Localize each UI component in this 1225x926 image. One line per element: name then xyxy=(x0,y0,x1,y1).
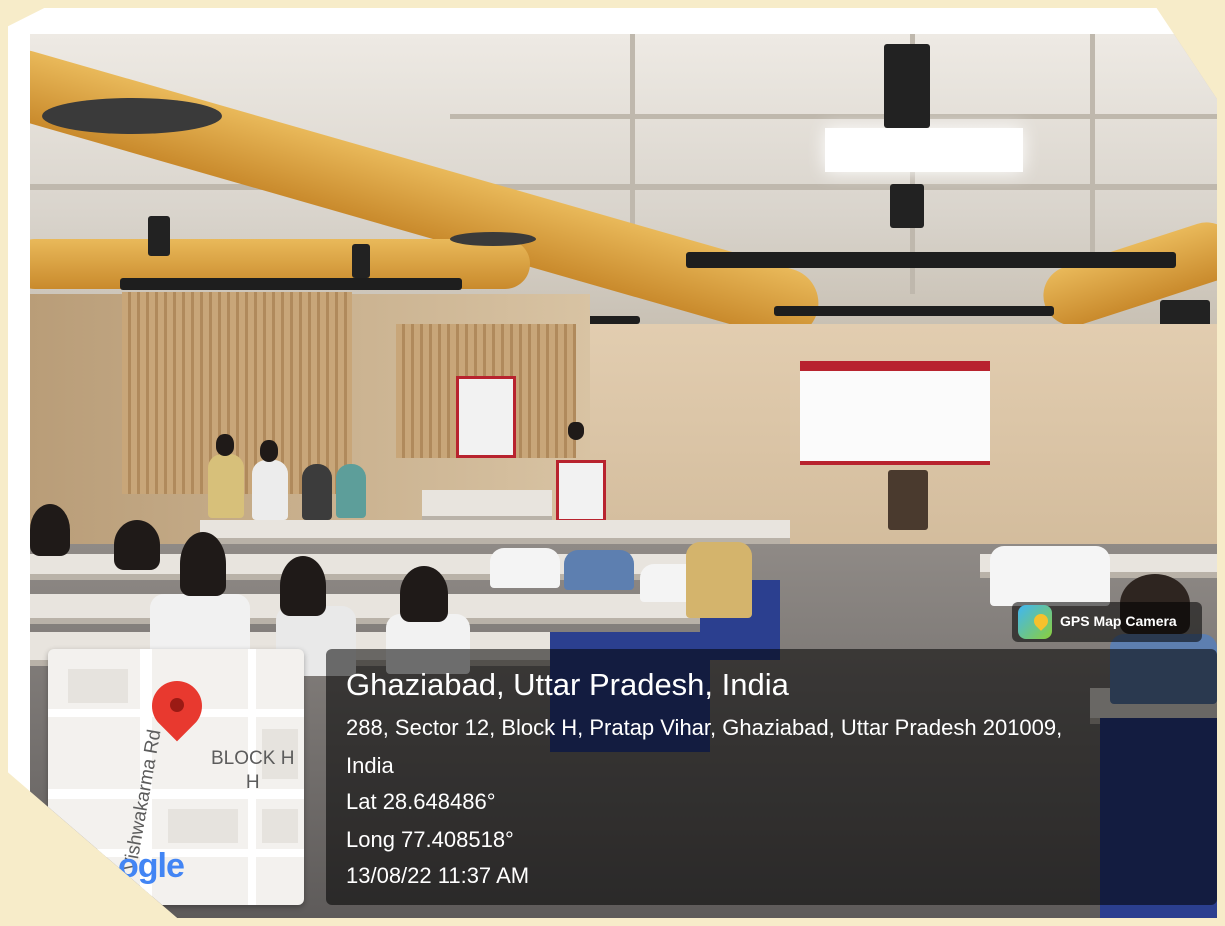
map-thumbnail: Vishwakarma Rd BLOCK H H ogle xyxy=(48,649,304,905)
stage-chair xyxy=(888,470,928,530)
gps-map-camera-badge: GPS Map Camera xyxy=(1012,602,1202,642)
ceiling-vent xyxy=(42,98,222,134)
address-line-2: India xyxy=(346,753,394,778)
stage-banner xyxy=(800,361,990,465)
spotlight-2 xyxy=(148,216,170,256)
google-logo: ogle xyxy=(118,847,185,886)
longitude: Long 77.408518° xyxy=(346,827,514,852)
gps-badge-label: GPS Map Camera xyxy=(1060,613,1177,629)
timestamp: 13/08/22 11:37 AM xyxy=(346,863,530,888)
spotlight xyxy=(884,44,930,128)
track-light-bar xyxy=(120,278,462,290)
track-light-bar-3 xyxy=(774,306,1054,316)
speaker xyxy=(890,184,924,228)
ceiling-panel-light xyxy=(825,128,1023,172)
location-title: Ghaziabad, Uttar Pradesh, India xyxy=(346,667,789,702)
latitude: Lat 28.648486° xyxy=(346,789,496,814)
desk-row-1 xyxy=(200,520,790,544)
podium xyxy=(556,460,606,522)
photo-frame: Vishwakarma Rd BLOCK H H ogle GPS Map Ca… xyxy=(8,8,1217,918)
desk-row-3 xyxy=(30,594,700,624)
map-block-label-line1: BLOCK H xyxy=(211,748,295,769)
google-logo-text: ogle xyxy=(118,847,185,885)
location-info-box: Ghaziabad, Uttar Pradesh, India 288, Sec… xyxy=(326,649,1217,905)
front-table xyxy=(422,490,552,522)
standee-banner xyxy=(456,376,516,458)
spotlight-3 xyxy=(352,244,370,278)
ceiling-vent-2 xyxy=(450,232,536,246)
address-line-1: 288, Sector 12, Block H, Pratap Vihar, G… xyxy=(346,715,1063,740)
gps-map-camera-icon xyxy=(1018,605,1052,639)
auditorium-photo: Vishwakarma Rd BLOCK H H ogle GPS Map Ca… xyxy=(30,34,1217,918)
track-light-bar-2 xyxy=(686,252,1176,268)
map-block-label-line2: H xyxy=(245,772,260,793)
map-pin-dot xyxy=(170,698,184,712)
map-block-label: BLOCK H H xyxy=(211,747,294,795)
speaker-person xyxy=(568,422,584,440)
